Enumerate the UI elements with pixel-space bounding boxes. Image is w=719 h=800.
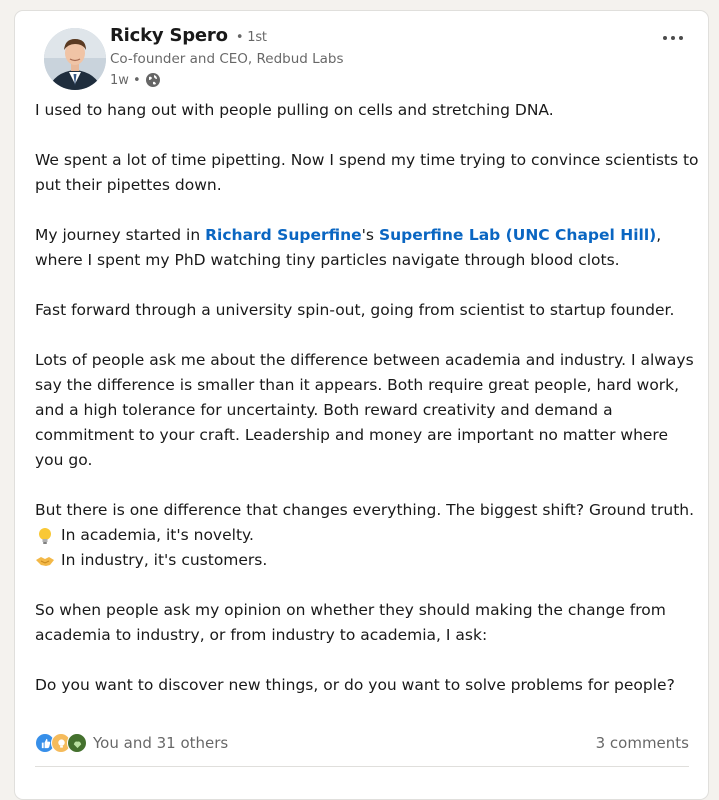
more-options-button[interactable] — [658, 25, 688, 45]
bullet-line: In industry, it's customers. — [35, 548, 700, 573]
lightbulb-icon — [35, 526, 55, 546]
divider — [35, 766, 689, 767]
post-paragraph-mentions: My journey started in Richard Superfine'… — [35, 223, 700, 273]
post-paragraph: We spent a lot of time pipetting. Now I … — [35, 151, 699, 194]
mention-richard-superfine[interactable]: Richard Superfine — [205, 226, 362, 244]
post-paragraph: Fast forward through a university spin-o… — [35, 301, 675, 319]
post-paragraph: But there is one difference that changes… — [35, 501, 695, 519]
post-meta: 1w • — [110, 71, 161, 89]
author-headline: Co-founder and CEO, Redbud Labs — [110, 51, 344, 67]
reactions-count[interactable]: You and 31 others — [93, 734, 228, 752]
more-horizontal-icon — [662, 26, 684, 45]
post-paragraph: Lots of people ask me about the differen… — [35, 351, 694, 469]
author-name-line: Ricky Spero • 1st — [110, 25, 267, 46]
social-counts: You and 31 others 3 comments — [35, 731, 689, 755]
author-name[interactable]: Ricky Spero — [110, 25, 228, 46]
bullet-line: In academia, it's novelty. — [35, 523, 700, 548]
post-time[interactable]: 1w • — [110, 73, 141, 88]
reactions-summary[interactable]: You and 31 others — [35, 733, 228, 753]
mention-superfine-lab[interactable]: Superfine Lab (UNC Chapel Hill) — [379, 226, 656, 244]
post-paragraph: So when people ask my opinion on whether… — [35, 601, 666, 644]
comments-count[interactable]: 3 comments — [596, 734, 689, 752]
paragraph-text: My journey started in — [35, 226, 206, 244]
bullet-text: In industry, it's customers. — [61, 551, 268, 569]
bullet-text: In academia, it's novelty. — [61, 526, 254, 544]
post-body: I used to hang out with people pulling o… — [35, 98, 700, 723]
post-card: Ricky Spero • 1st Co-founder and CEO, Re… — [14, 10, 709, 800]
connection-degree: • 1st — [235, 30, 267, 45]
paragraph-text: 's — [361, 226, 379, 244]
support-icon — [67, 733, 87, 753]
handshake-icon — [35, 551, 55, 571]
post-paragraph: I used to hang out with people pulling o… — [35, 101, 554, 119]
post-paragraph: Do you want to discover new things, or d… — [35, 676, 675, 694]
author-avatar[interactable] — [44, 28, 106, 90]
globe-icon — [145, 72, 161, 88]
